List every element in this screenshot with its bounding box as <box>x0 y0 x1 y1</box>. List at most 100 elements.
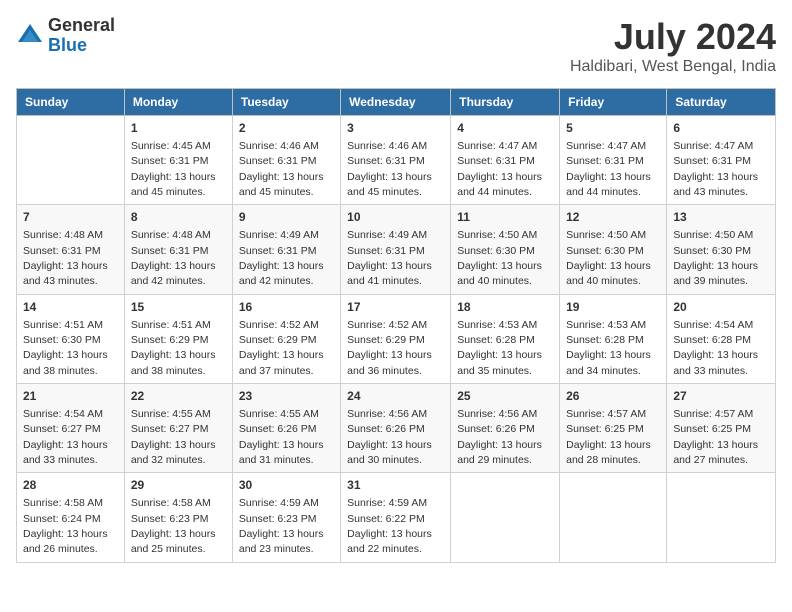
day-number: 6 <box>673 120 769 137</box>
calendar-table: SundayMondayTuesdayWednesdayThursdayFrid… <box>16 88 776 563</box>
calendar-cell: 5 Sunrise: 4:47 AM Sunset: 6:31 PM Daylig… <box>560 116 667 205</box>
day-number: 14 <box>23 299 118 316</box>
day-info: Sunrise: 4:57 AM Sunset: 6:25 PM Dayligh… <box>566 408 651 466</box>
location-title: Haldibari, West Bengal, India <box>570 58 776 76</box>
day-info: Sunrise: 4:54 AM Sunset: 6:27 PM Dayligh… <box>23 408 108 466</box>
calendar-cell: 29Sunrise: 4:58 AM Sunset: 6:23 PM Dayli… <box>124 473 232 562</box>
week-row-4: 21 Sunrise: 4:54 AM Sunset: 6:27 PM Dayli… <box>17 384 776 473</box>
calendar-cell: 11 Sunrise: 4:50 AM Sunset: 6:30 PM Dayli… <box>451 205 560 294</box>
day-info: Sunrise: 4:48 AM Sunset: 6:31 PM Dayligh… <box>131 229 216 287</box>
calendar-cell <box>667 473 776 562</box>
day-number: 5 <box>566 120 660 137</box>
day-number: 18 <box>457 299 553 316</box>
calendar-cell: 17 Sunrise: 4:52 AM Sunset: 6:29 PM Dayli… <box>341 294 451 383</box>
calendar-cell: 2Sunrise: 4:46 AM Sunset: 6:31 PM Daylig… <box>232 116 340 205</box>
calendar-cell: 23 Sunrise: 4:55 AM Sunset: 6:26 PM Dayli… <box>232 384 340 473</box>
day-info: Sunrise: 4:48 AM Sunset: 6:31 PM Dayligh… <box>23 229 108 287</box>
day-info: Sunrise: 4:58 AM Sunset: 6:24 PM Dayligh… <box>23 497 108 555</box>
day-number: 13 <box>673 209 769 226</box>
logo-icon <box>16 22 44 50</box>
calendar-cell: 10 Sunrise: 4:49 AM Sunset: 6:31 PM Dayli… <box>341 205 451 294</box>
day-number: 20 <box>673 299 769 316</box>
day-number: 25 <box>457 388 553 405</box>
day-info: Sunrise: 4:49 AM Sunset: 6:31 PM Dayligh… <box>347 229 432 287</box>
logo-blue: Blue <box>48 36 115 56</box>
day-number: 24 <box>347 388 444 405</box>
logo-text: General Blue <box>48 16 115 56</box>
week-row-2: 7 Sunrise: 4:48 AM Sunset: 6:31 PM Daylig… <box>17 205 776 294</box>
logo: General Blue <box>16 16 115 56</box>
calendar-cell: 15 Sunrise: 4:51 AM Sunset: 6:29 PM Dayli… <box>124 294 232 383</box>
day-info: Sunrise: 4:57 AM Sunset: 6:25 PM Dayligh… <box>673 408 758 466</box>
header-thursday: Thursday <box>451 89 560 116</box>
day-info: Sunrise: 4:52 AM Sunset: 6:29 PM Dayligh… <box>347 319 432 377</box>
calendar-cell: 3 Sunrise: 4:46 AM Sunset: 6:31 PM Daylig… <box>341 116 451 205</box>
day-number: 10 <box>347 209 444 226</box>
day-number: 8 <box>131 209 226 226</box>
day-number: 17 <box>347 299 444 316</box>
day-info: Sunrise: 4:49 AM Sunset: 6:31 PM Dayligh… <box>239 229 324 287</box>
day-number: 11 <box>457 209 553 226</box>
calendar-cell: 14 Sunrise: 4:51 AM Sunset: 6:30 PM Dayli… <box>17 294 125 383</box>
day-info: Sunrise: 4:59 AM Sunset: 6:23 PM Dayligh… <box>239 497 324 555</box>
day-number: 7 <box>23 209 118 226</box>
week-row-3: 14 Sunrise: 4:51 AM Sunset: 6:30 PM Dayli… <box>17 294 776 383</box>
month-title: July 2024 <box>570 16 776 58</box>
day-number: 21 <box>23 388 118 405</box>
logo-general: General <box>48 16 115 36</box>
title-block: July 2024 Haldibari, West Bengal, India <box>570 16 776 76</box>
calendar-cell: 19Sunrise: 4:53 AM Sunset: 6:28 PM Dayli… <box>560 294 667 383</box>
header-saturday: Saturday <box>667 89 776 116</box>
calendar-cell: 26 Sunrise: 4:57 AM Sunset: 6:25 PM Dayli… <box>560 384 667 473</box>
day-info: Sunrise: 4:56 AM Sunset: 6:26 PM Dayligh… <box>347 408 432 466</box>
day-info: Sunrise: 4:51 AM Sunset: 6:29 PM Dayligh… <box>131 319 216 377</box>
day-info: Sunrise: 4:56 AM Sunset: 6:26 PM Dayligh… <box>457 408 542 466</box>
calendar-cell <box>560 473 667 562</box>
calendar-cell: 12Sunrise: 4:50 AM Sunset: 6:30 PM Dayli… <box>560 205 667 294</box>
day-number: 4 <box>457 120 553 137</box>
day-info: Sunrise: 4:47 AM Sunset: 6:31 PM Dayligh… <box>457 140 542 198</box>
calendar-cell: 16Sunrise: 4:52 AM Sunset: 6:29 PM Dayli… <box>232 294 340 383</box>
header-wednesday: Wednesday <box>341 89 451 116</box>
day-number: 31 <box>347 477 444 494</box>
day-number: 15 <box>131 299 226 316</box>
calendar-cell: 28 Sunrise: 4:58 AM Sunset: 6:24 PM Dayli… <box>17 473 125 562</box>
calendar-cell: 6 Sunrise: 4:47 AM Sunset: 6:31 PM Daylig… <box>667 116 776 205</box>
day-number: 29 <box>131 477 226 494</box>
calendar-cell: 31 Sunrise: 4:59 AM Sunset: 6:22 PM Dayli… <box>341 473 451 562</box>
day-info: Sunrise: 4:55 AM Sunset: 6:26 PM Dayligh… <box>239 408 324 466</box>
day-info: Sunrise: 4:55 AM Sunset: 6:27 PM Dayligh… <box>131 408 216 466</box>
day-info: Sunrise: 4:53 AM Sunset: 6:28 PM Dayligh… <box>566 319 651 377</box>
calendar-cell: 20Sunrise: 4:54 AM Sunset: 6:28 PM Dayli… <box>667 294 776 383</box>
day-info: Sunrise: 4:45 AM Sunset: 6:31 PM Dayligh… <box>131 140 216 198</box>
day-number: 23 <box>239 388 334 405</box>
week-row-5: 28 Sunrise: 4:58 AM Sunset: 6:24 PM Dayli… <box>17 473 776 562</box>
calendar-cell <box>451 473 560 562</box>
calendar-cell: 1Sunrise: 4:45 AM Sunset: 6:31 PM Daylig… <box>124 116 232 205</box>
day-number: 27 <box>673 388 769 405</box>
day-info: Sunrise: 4:50 AM Sunset: 6:30 PM Dayligh… <box>457 229 542 287</box>
day-info: Sunrise: 4:59 AM Sunset: 6:22 PM Dayligh… <box>347 497 432 555</box>
calendar-cell: 22Sunrise: 4:55 AM Sunset: 6:27 PM Dayli… <box>124 384 232 473</box>
calendar-cell: 30 Sunrise: 4:59 AM Sunset: 6:23 PM Dayli… <box>232 473 340 562</box>
calendar-cell: 4 Sunrise: 4:47 AM Sunset: 6:31 PM Daylig… <box>451 116 560 205</box>
day-number: 3 <box>347 120 444 137</box>
day-info: Sunrise: 4:47 AM Sunset: 6:31 PM Dayligh… <box>673 140 758 198</box>
day-info: Sunrise: 4:53 AM Sunset: 6:28 PM Dayligh… <box>457 319 542 377</box>
day-info: Sunrise: 4:46 AM Sunset: 6:31 PM Dayligh… <box>347 140 432 198</box>
header-sunday: Sunday <box>17 89 125 116</box>
day-info: Sunrise: 4:51 AM Sunset: 6:30 PM Dayligh… <box>23 319 108 377</box>
calendar-cell: 13Sunrise: 4:50 AM Sunset: 6:30 PM Dayli… <box>667 205 776 294</box>
day-number: 9 <box>239 209 334 226</box>
page-header: General Blue July 2024 Haldibari, West B… <box>16 16 776 76</box>
calendar-cell: 8 Sunrise: 4:48 AM Sunset: 6:31 PM Daylig… <box>124 205 232 294</box>
day-number: 28 <box>23 477 118 494</box>
week-row-1: 1Sunrise: 4:45 AM Sunset: 6:31 PM Daylig… <box>17 116 776 205</box>
day-number: 26 <box>566 388 660 405</box>
day-info: Sunrise: 4:47 AM Sunset: 6:31 PM Dayligh… <box>566 140 651 198</box>
header-friday: Friday <box>560 89 667 116</box>
calendar-cell: 27 Sunrise: 4:57 AM Sunset: 6:25 PM Dayli… <box>667 384 776 473</box>
calendar-cell: 24 Sunrise: 4:56 AM Sunset: 6:26 PM Dayli… <box>341 384 451 473</box>
day-number: 16 <box>239 299 334 316</box>
day-number: 30 <box>239 477 334 494</box>
